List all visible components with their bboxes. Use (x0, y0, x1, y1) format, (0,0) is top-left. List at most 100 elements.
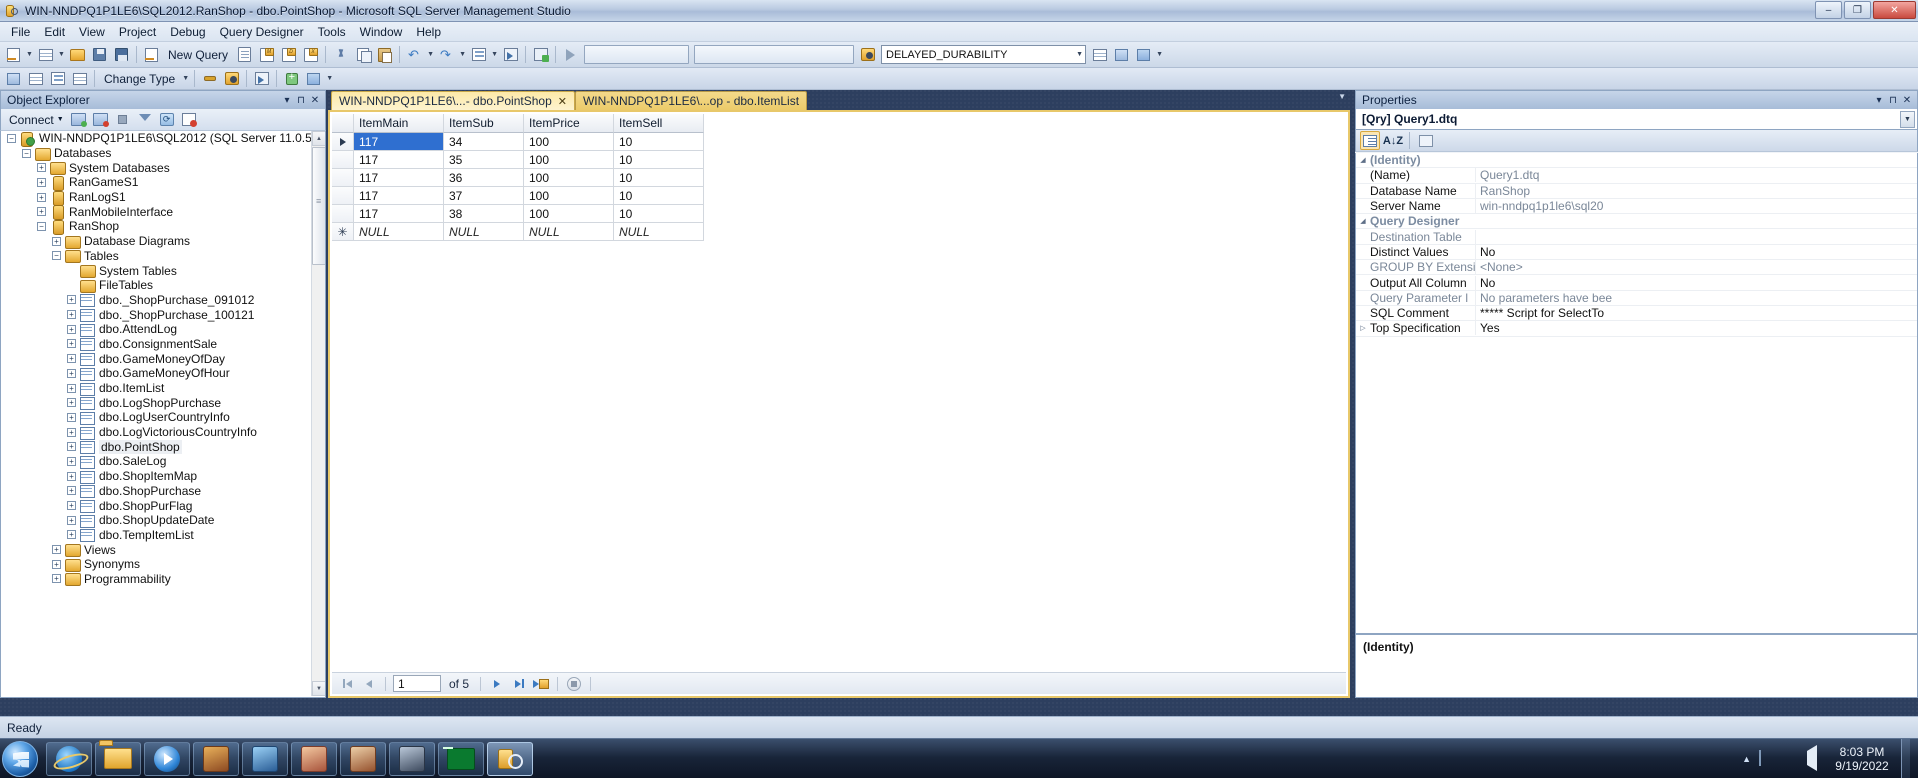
table-cell[interactable]: 117 (354, 205, 444, 223)
column-header[interactable]: ItemSell (614, 114, 704, 133)
table-cell[interactable]: 100 (524, 205, 614, 223)
pin-icon[interactable]: ⊓ (1886, 93, 1900, 108)
add-group-by-icon[interactable] (251, 69, 272, 89)
tree-node[interactable]: + dbo.TempItemList (1, 528, 312, 543)
row-selector-cell[interactable]: ✳ (332, 223, 354, 241)
tree-node[interactable]: + System Databases (1, 160, 312, 176)
table-row[interactable]: 117 34 100 10 (332, 133, 704, 151)
property-value[interactable]: ***** Script for SelectTo (1476, 306, 1917, 320)
tree-node[interactable]: + dbo.LogVictoriousCountryInfo (1, 425, 312, 440)
change-type-dropdown-icon[interactable]: ▼ (181, 69, 190, 89)
scroll-up-icon[interactable]: ▲ (312, 131, 325, 146)
property-pages-icon[interactable] (1416, 131, 1436, 150)
new-query-icon[interactable] (141, 45, 162, 65)
collapse-icon[interactable]: − (7, 133, 16, 143)
property-row[interactable]: Query Parameter l No parameters have bee (1356, 290, 1917, 306)
property-row[interactable]: ▷ Top Specification Yes (1356, 321, 1917, 337)
new-record-button[interactable] (532, 676, 550, 692)
expand-icon[interactable]: + (37, 192, 46, 202)
column-header[interactable]: ItemSub (444, 114, 524, 133)
table-row[interactable]: 117 37 100 10 (332, 187, 704, 205)
taskbar-game-1[interactable] (193, 741, 239, 776)
taskbar-game-4[interactable] (340, 741, 386, 776)
new-project-icon[interactable] (3, 45, 24, 65)
table-cell[interactable]: 38 (444, 205, 524, 223)
collapse-icon[interactable]: − (22, 148, 31, 158)
table-row[interactable]: 117 38 100 10 (332, 205, 704, 223)
expand-icon[interactable]: + (67, 471, 76, 481)
table-cell[interactable]: 100 (524, 187, 614, 205)
scroll-down-icon[interactable]: ▼ (312, 681, 325, 696)
tree-node[interactable]: − Tables (1, 249, 312, 264)
available-databases-combo[interactable] (694, 45, 855, 64)
tree-node[interactable]: System Tables (1, 263, 312, 279)
taskbar-ssms[interactable] (487, 741, 533, 776)
close-button[interactable]: ✕ (1873, 1, 1916, 19)
taskbar-file-explorer[interactable] (95, 741, 141, 776)
table-cell[interactable]: NULL (614, 223, 704, 241)
property-category-row[interactable]: ◢ Query Designer (1356, 214, 1917, 230)
properties-grid[interactable]: ◢ (Identity) (Name) Query1.dtq Database Name… (1355, 153, 1918, 634)
table-cell[interactable]: 10 (614, 151, 704, 169)
tree-node[interactable]: + RanLogS1 (1, 190, 312, 206)
property-row[interactable]: Server Name win-nndpq1p1le6\sql20 (1356, 199, 1917, 215)
chevron-down-icon[interactable]: ▼ (1076, 51, 1083, 58)
stop-icon[interactable] (113, 110, 133, 129)
tab-item-list[interactable]: WIN-NNDPQ1P1LE6\...op - dbo.ItemList (574, 91, 808, 110)
tree-node[interactable]: + RanGameS1 (1, 175, 312, 191)
expand-icon[interactable]: + (67, 354, 76, 364)
row-selector-cell[interactable] (332, 151, 354, 169)
taskbar-internet-explorer[interactable] (46, 741, 92, 776)
current-record-input[interactable]: 1 (393, 675, 441, 692)
taskbar-command-prompt[interactable] (438, 741, 484, 776)
table-cell[interactable]: 10 (614, 205, 704, 223)
property-row[interactable]: GROUP BY Extensi <None> (1356, 260, 1917, 276)
tree-node[interactable]: FileTables (1, 278, 312, 293)
table-cell[interactable]: 36 (444, 169, 524, 187)
cut-icon[interactable] (330, 45, 351, 65)
tree-node[interactable]: − RanShop (1, 219, 312, 235)
flag-action-center-icon[interactable] (1759, 750, 1775, 767)
durability-icon[interactable] (857, 45, 878, 65)
show-results-pane-icon[interactable] (69, 69, 90, 89)
new-item-icon[interactable] (35, 45, 56, 65)
new-analysis-services-mdx-query-icon[interactable]: M (256, 45, 277, 65)
property-value[interactable]: No (1476, 245, 1917, 259)
show-criteria-pane-icon[interactable] (25, 69, 46, 89)
property-row[interactable]: Destination Table (1356, 229, 1917, 245)
designer-overflow-icon[interactable]: ▼ (325, 69, 334, 89)
tree-vertical-scrollbar[interactable]: ▲ ▼ (311, 131, 325, 696)
object-explorer-tree[interactable]: − WIN-NNDPQ1P1LE6\SQL2012 (SQL Server 11.… (0, 131, 326, 698)
tree-node[interactable]: − Databases (1, 146, 312, 161)
tree-node[interactable]: + dbo.ConsignmentSale (1, 337, 312, 352)
add-table-icon[interactable] (281, 69, 302, 89)
menu-query-designer[interactable]: Query Designer (213, 23, 311, 41)
row-selector-cell[interactable] (332, 205, 354, 223)
scroll-thumb[interactable] (312, 147, 325, 265)
pin-icon[interactable]: ⊓ (294, 93, 308, 108)
object-explorer-icon[interactable] (1111, 45, 1132, 65)
connect-object-explorer-icon[interactable] (69, 110, 89, 129)
property-category-row[interactable]: ◢ (Identity) (1356, 153, 1917, 169)
new-project-dropdown-icon[interactable]: ▼ (25, 45, 34, 65)
tree-node[interactable]: + dbo.ItemList (1, 381, 312, 396)
property-row[interactable]: Distinct Values No (1356, 244, 1917, 261)
property-value[interactable]: No (1476, 276, 1917, 290)
new-item-dropdown-icon[interactable]: ▼ (57, 45, 66, 65)
expand-icon[interactable]: ▷ (1356, 324, 1370, 332)
menu-file[interactable]: File (4, 23, 37, 41)
expand-icon[interactable]: + (67, 456, 76, 466)
table-cell[interactable]: 10 (614, 169, 704, 187)
tree-node[interactable]: + Database Diagrams (1, 234, 312, 249)
expand-icon[interactable]: + (67, 295, 76, 305)
tree-node[interactable]: + dbo.LogShopPurchase (1, 395, 312, 411)
tree-node[interactable]: + dbo.ShopItemMap (1, 469, 312, 484)
table-cell[interactable]: 34 (444, 133, 524, 151)
table-cell[interactable]: 10 (614, 133, 704, 151)
taskbar-game-5[interactable] (389, 741, 435, 776)
expand-icon[interactable]: + (67, 530, 76, 540)
property-object-selector[interactable]: [Qry] Query1.dtq ▼ (1355, 109, 1918, 130)
tree-node[interactable]: + dbo.AttendLog (1, 322, 312, 337)
expand-icon[interactable]: + (52, 574, 61, 584)
expand-icon[interactable]: + (67, 339, 76, 349)
